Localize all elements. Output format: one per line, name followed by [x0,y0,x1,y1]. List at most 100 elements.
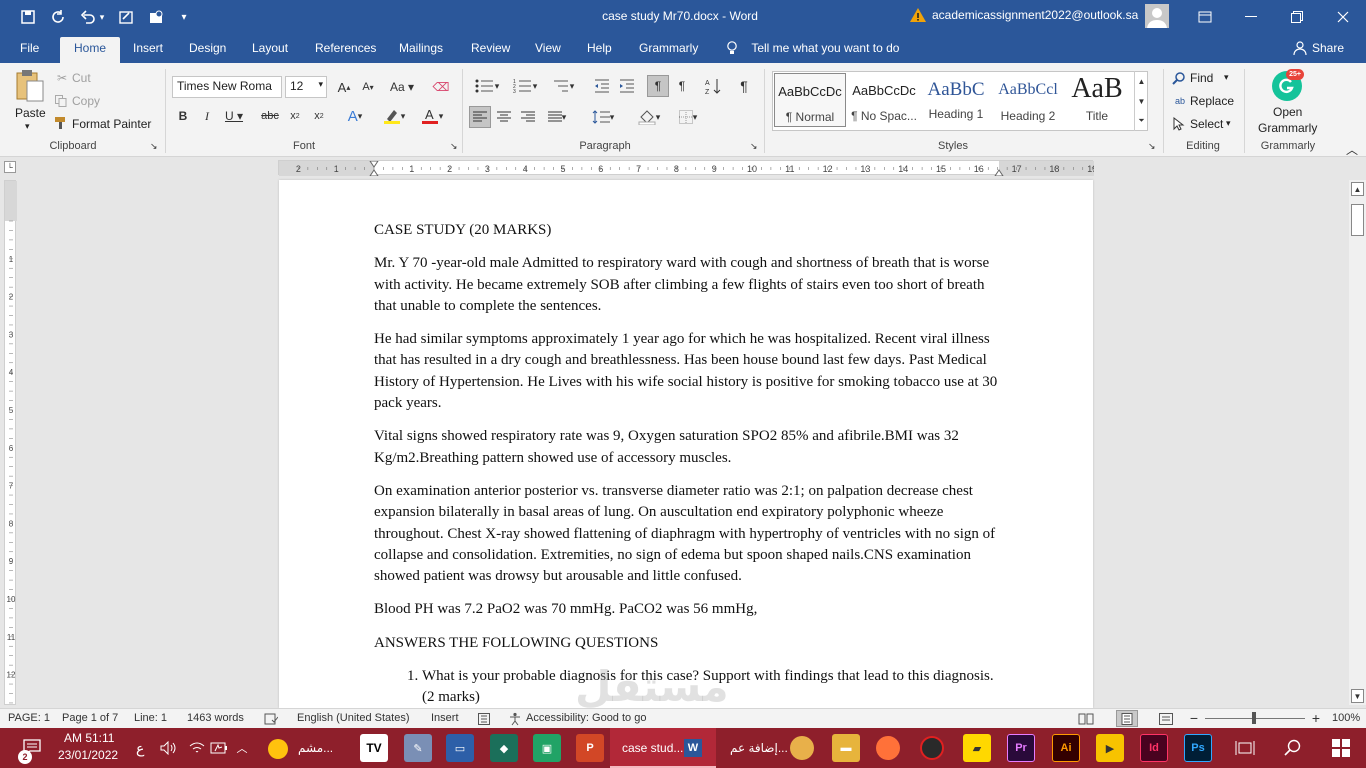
paragraph-launcher-icon[interactable]: ↘ [750,141,758,152]
tab-grammarly[interactable]: Grammarly [639,41,698,55]
illustrator-icon[interactable]: Ai [1052,734,1080,762]
align-right-icon[interactable] [518,107,538,127]
photoshop-icon[interactable]: Ps [1184,734,1212,762]
print-layout-icon[interactable] [1116,710,1138,727]
customize-icon[interactable] [146,7,166,27]
strikethrough-icon[interactable]: abc [260,107,280,125]
shrink-font-icon[interactable]: A ▾ [360,78,376,96]
tab-file[interactable]: File [20,41,39,55]
close-button[interactable] [1320,0,1366,34]
tab-layout[interactable]: Layout [252,41,288,55]
web-layout-icon[interactable] [1158,712,1174,726]
windows-start-icon[interactable] [1330,738,1352,758]
cut-button[interactable]: Cut [72,71,91,85]
taskbar-word-active[interactable]: case stud... W [610,728,716,768]
align-center-icon[interactable] [494,107,514,127]
input-language[interactable]: ع [136,740,144,757]
font-color-icon[interactable]: A ▾ [416,107,448,125]
tradingview-icon[interactable]: TV [360,734,388,762]
align-left-icon[interactable] [469,106,491,128]
wifi-icon[interactable] [188,740,206,756]
tell-me-box[interactable]: Tell me what you want to do [726,41,899,55]
scroll-up-icon[interactable]: ▲ [1351,182,1364,196]
app-icon-monitor[interactable]: ▭ [446,734,474,762]
multilevel-list-icon[interactable]: ▾ [548,77,578,95]
taskbar-arabic-app[interactable]: إضافة عم... [730,741,788,755]
indesign-icon[interactable]: Id [1140,734,1168,762]
horizontal-ruler[interactable]: 2112345678910111213141516171819 [278,160,1094,176]
status-line[interactable]: Line: 1 [134,712,167,724]
bullets-icon[interactable]: ▾ [470,77,504,95]
superscript-icon[interactable]: x2 [310,107,328,125]
tab-references[interactable]: References [315,41,376,55]
battery-icon[interactable] [210,740,228,756]
text-effects-icon[interactable]: A ▾ [340,107,370,125]
highlight-icon[interactable]: ▾ [378,107,410,125]
status-word-count[interactable]: 1463 words [187,712,244,724]
borders-icon[interactable]: ▾ [672,107,704,127]
styles-launcher-icon[interactable]: ↘ [1148,141,1156,152]
status-page-of[interactable]: Page 1 of 7 [62,712,118,724]
tab-home[interactable]: Home [60,37,121,63]
shading-icon[interactable]: ▾ [632,107,666,127]
clock-time[interactable]: AM 51:11 [64,731,114,745]
file-explorer-icon[interactable]: ▬ [832,734,860,762]
status-language[interactable]: English (United States) [297,712,410,724]
minimize-button[interactable] [1228,0,1274,34]
app-icon-paint[interactable]: ✎ [404,734,432,762]
font-launcher-icon[interactable]: ↘ [450,141,458,152]
rtl-icon[interactable]: ¶ [672,77,692,95]
search-icon[interactable] [1282,738,1304,758]
vertical-ruler[interactable]: 1 2 3 4 5 6 7 8 9 10 11 12 [4,180,17,705]
ltr-icon[interactable]: ¶ [647,75,669,97]
tab-selector-icon[interactable]: └ [4,161,16,173]
font-size-box[interactable]: 12 ▾ [285,76,327,98]
select-button[interactable]: Select [1190,117,1223,131]
find-button[interactable]: Find [1190,71,1213,85]
proofing-icon[interactable] [264,712,278,726]
tab-insert[interactable]: Insert [133,41,163,55]
zoom-slider-thumb[interactable] [1252,712,1256,724]
chrome-profile-icon[interactable] [790,736,814,760]
tab-view[interactable]: View [535,41,561,55]
style-no-spacing[interactable]: AaBbCcDc ¶ No Spac... [848,73,920,127]
qat-more-icon[interactable]: ▾ [174,7,194,27]
styles-more-icon[interactable]: ⏷ [1134,111,1148,131]
status-accessibility[interactable]: Accessibility: Good to go [526,712,646,724]
premiere-icon[interactable]: Pr [1007,734,1035,762]
status-page[interactable]: PAGE: 1 [8,712,50,724]
player-icon[interactable]: ▶ [1096,734,1124,762]
decrease-indent-icon[interactable] [592,77,612,95]
tab-review[interactable]: Review [471,41,510,55]
bold-icon[interactable]: B [175,107,191,125]
clipboard-launcher-icon[interactable]: ↘ [150,141,158,152]
tab-mailings[interactable]: Mailings [399,41,443,55]
status-zoom[interactable]: 100% [1332,712,1360,724]
powerpoint-icon[interactable]: P [576,734,604,762]
paste-icon[interactable] [14,69,46,103]
italic-icon[interactable]: I [199,107,215,125]
grow-font-icon[interactable]: A ▴ [336,78,352,96]
document-body[interactable]: CASE STUDY (20 MARKS) Mr. Y 70 -year-old… [374,220,999,708]
scroll-thumb[interactable] [1351,204,1364,236]
replace-button[interactable]: Replace [1190,94,1234,108]
volume-icon[interactable] [160,740,178,756]
increase-indent-icon[interactable] [617,77,637,95]
read-mode-icon[interactable] [1078,712,1094,726]
undo-icon[interactable] [78,7,98,27]
underline-icon[interactable]: U ▾ [222,107,246,125]
sticky-notes-icon[interactable]: ▰ [963,734,991,762]
tab-design[interactable]: Design [189,41,226,55]
document-page[interactable]: CASE STUDY (20 MARKS) Mr. Y 70 -year-old… [279,180,1093,708]
change-case-icon[interactable]: Aa ▾ [388,78,416,96]
account-area[interactable]: academicassignment2022@outlook.sa [910,8,1138,22]
app-icon-eye[interactable] [920,736,944,760]
sort-icon[interactable]: AZ [703,77,723,95]
zoom-out-icon[interactable]: − [1188,710,1200,726]
zoom-in-icon[interactable]: + [1310,710,1322,726]
numbering-icon[interactable]: 1 2 3 ▾ [508,77,542,95]
share-button[interactable]: Share [1293,41,1344,55]
format-painter-button[interactable]: Format Painter [72,117,151,131]
tab-help[interactable]: Help [587,41,612,55]
paste-label[interactable]: Paste [15,106,46,120]
